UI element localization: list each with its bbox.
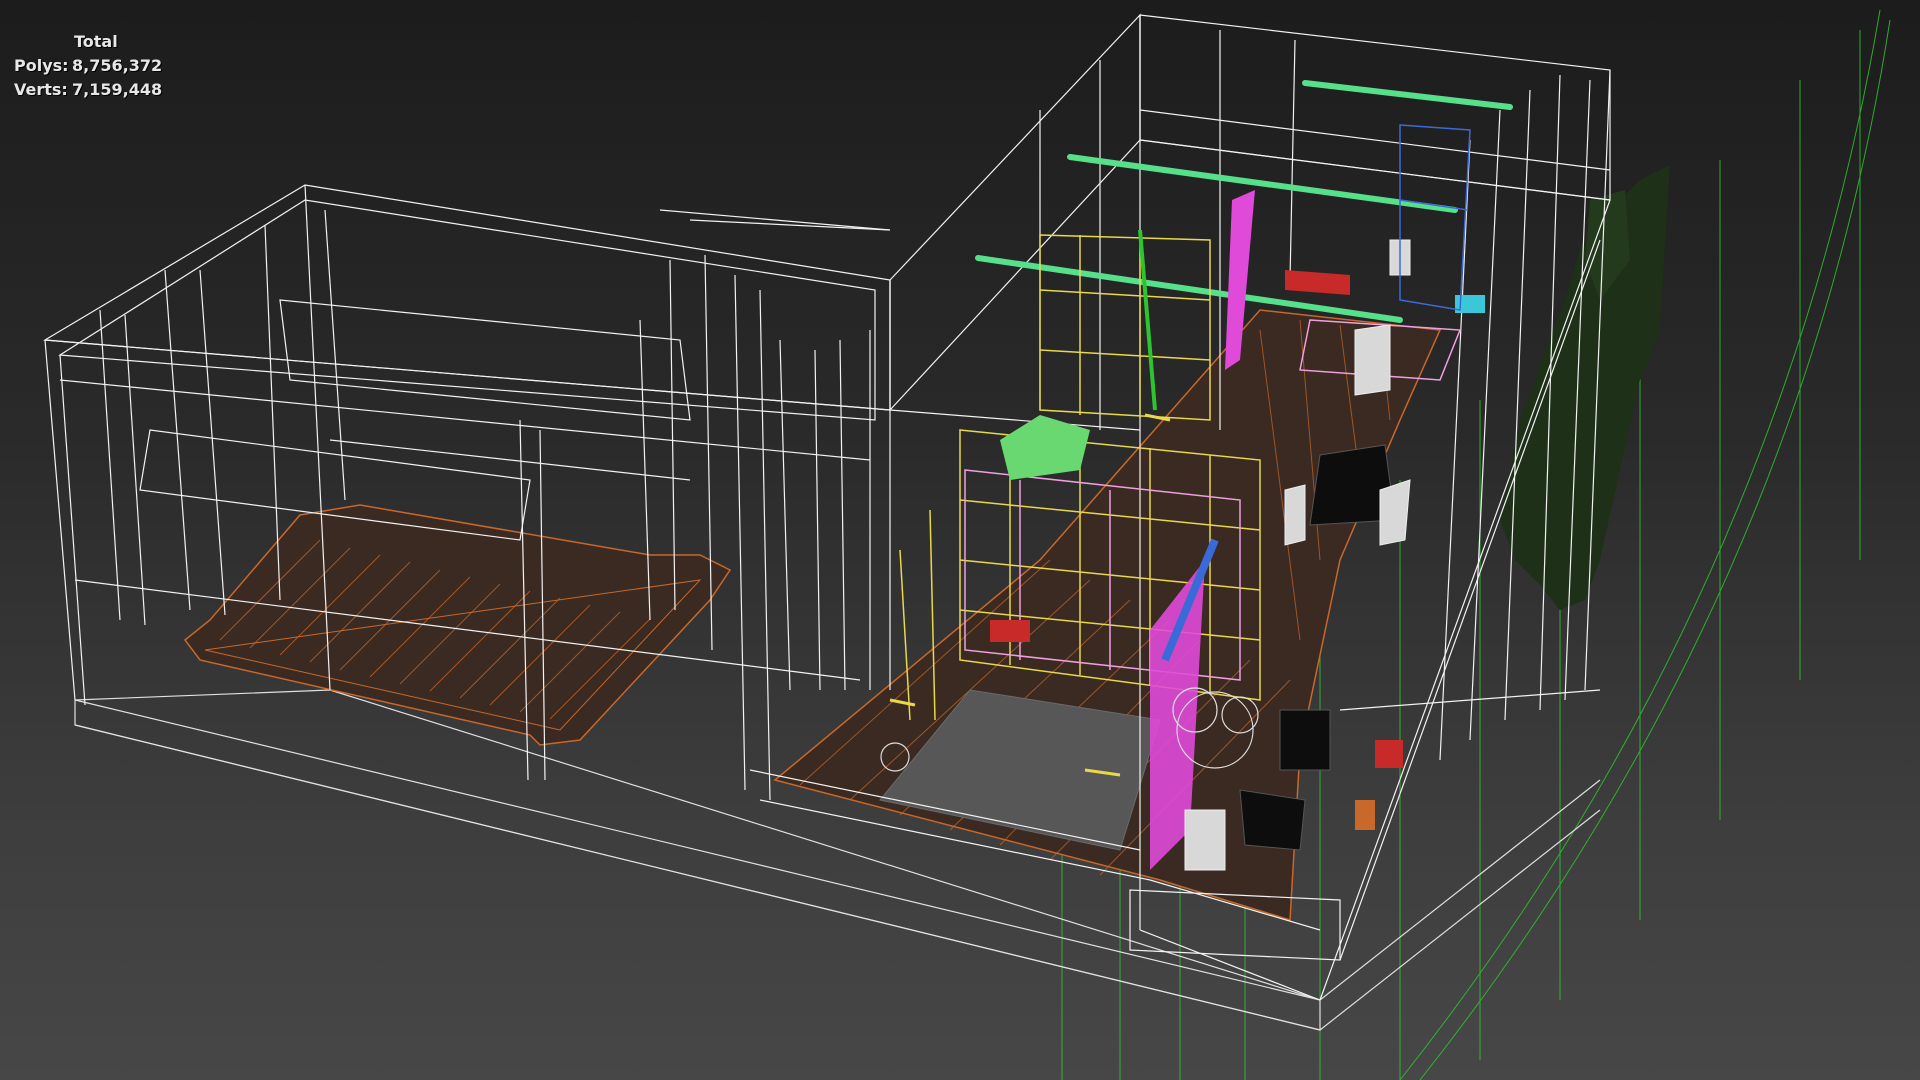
stats-polys-label: Polys: xyxy=(14,56,69,75)
stats-verts-label: Verts: xyxy=(14,80,68,99)
3d-viewport[interactable]: Total Polys: 8,756,372 Verts: 7,159,448 xyxy=(0,0,1920,1080)
red-sofa xyxy=(1285,270,1350,295)
stats-verts-row: Verts: 7,159,448 xyxy=(14,78,162,102)
floor-left xyxy=(183,504,732,746)
wireframe-scene xyxy=(43,9,1891,1080)
stats-verts-value: 7,159,448 xyxy=(72,80,163,99)
stats-polys-value: 8,756,372 xyxy=(72,56,163,75)
stats-polys-row: Polys: 8,756,372 xyxy=(14,54,162,78)
tree-object xyxy=(1500,165,1670,610)
viewport-statistics: Total Polys: 8,756,372 Verts: 7,159,448 xyxy=(14,30,162,102)
stats-title: Total xyxy=(74,32,118,51)
blue-rack xyxy=(1399,124,1471,311)
